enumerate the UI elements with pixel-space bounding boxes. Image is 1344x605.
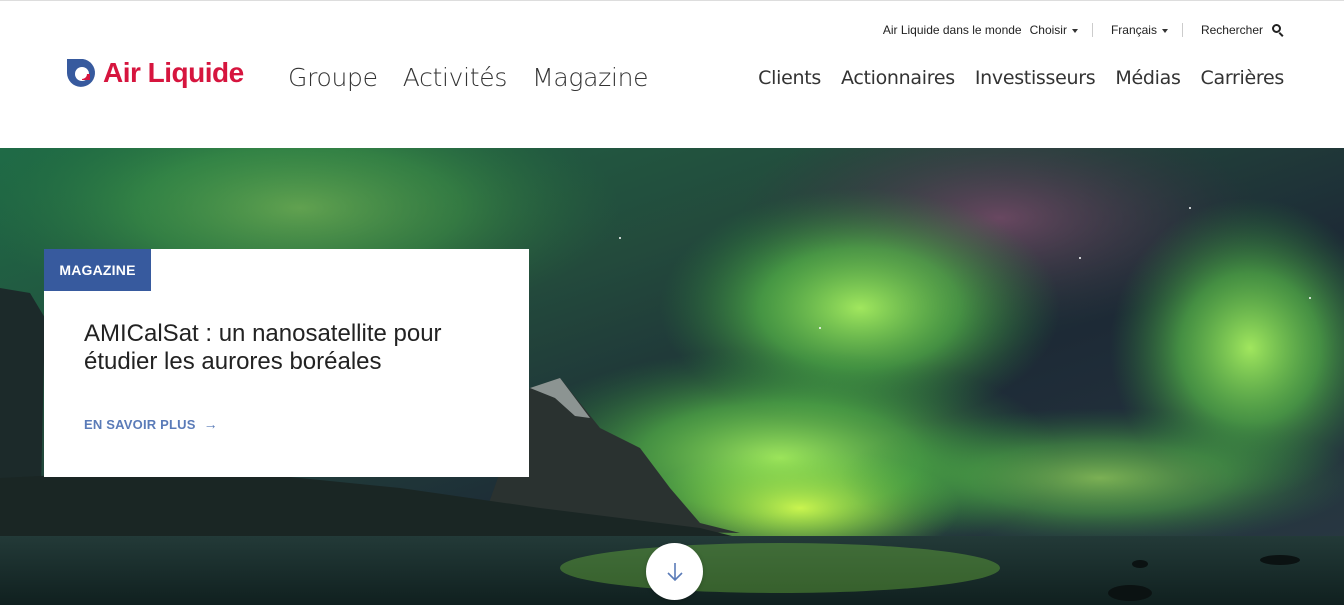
secondary-navigation: Clients Actionnaires Investisseurs Média…: [738, 67, 1284, 89]
scroll-down-button[interactable]: [646, 543, 703, 600]
world-selector[interactable]: Air Liquide dans le monde Choisir: [883, 23, 1078, 37]
nav-item-magazine[interactable]: Magazine: [532, 63, 648, 92]
world-label: Air Liquide dans le monde: [882, 23, 1022, 37]
read-more-label: EN SAVOIR PLUS: [84, 416, 196, 432]
article-title[interactable]: AMICalSat : un nanosatellite pour étudie…: [84, 320, 504, 376]
nav-item-clients[interactable]: Clients: [758, 67, 821, 89]
caret-down-icon: [1161, 29, 1168, 33]
air-liquide-logo-icon: [67, 59, 95, 87]
main-navigation: Groupe Activités Magazine: [288, 63, 673, 92]
search-button[interactable]: Rechercher: [1201, 23, 1284, 37]
nav-item-groupe[interactable]: Groupe: [288, 63, 378, 92]
site-header: Air Liquide dans le monde Choisir França…: [0, 0, 1344, 148]
featured-article-card: MAGAZINE AMICalSat : un nanosatellite po…: [44, 249, 529, 477]
language-label: Français: [1110, 23, 1157, 37]
divider: [1091, 23, 1093, 37]
nav-item-investisseurs[interactable]: Investisseurs: [975, 67, 1096, 89]
arrow-down-icon: [666, 562, 683, 581]
arrow-right-icon: →: [203, 416, 218, 432]
brand-name: Air Liquide: [103, 57, 244, 88]
search-label: Rechercher: [1200, 23, 1263, 37]
language-dropdown[interactable]: Français: [1111, 23, 1168, 37]
choose-label: Choisir: [1029, 23, 1067, 37]
nav-item-actionnaires[interactable]: Actionnaires: [841, 67, 955, 89]
brand-logo[interactable]: Air Liquide: [63, 55, 244, 91]
category-badge[interactable]: MAGAZINE: [44, 249, 151, 291]
nav-item-carrieres[interactable]: Carrières: [1201, 67, 1285, 89]
utility-bar: Air Liquide dans le monde Choisir França…: [883, 21, 1284, 39]
read-more-link[interactable]: EN SAVOIR PLUS →: [84, 416, 218, 432]
caret-down-icon: [1071, 29, 1078, 33]
search-icon: [1272, 24, 1284, 36]
country-dropdown[interactable]: Choisir: [1030, 23, 1078, 37]
divider: [1181, 23, 1183, 37]
nav-item-activites[interactable]: Activités: [403, 63, 508, 92]
nav-item-medias[interactable]: Médias: [1115, 67, 1180, 89]
